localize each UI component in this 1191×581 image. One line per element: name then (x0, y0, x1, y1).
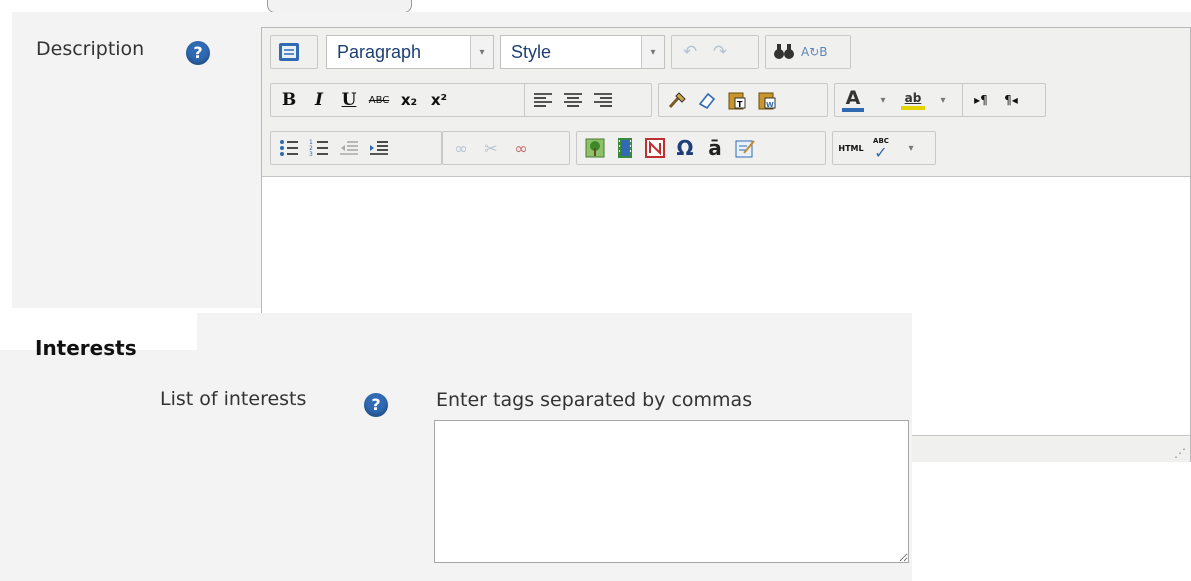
interests-help-icon[interactable]: ? (364, 393, 388, 417)
align-left-icon[interactable] (530, 86, 556, 114)
interests-heading: Interests (35, 336, 137, 360)
numbered-list-icon[interactable]: 123 (306, 134, 332, 162)
special-char-omega-icon[interactable]: Ω (672, 134, 698, 162)
text-color-label: A (845, 87, 861, 109)
align-center-icon[interactable] (560, 86, 586, 114)
highlight-color-button[interactable]: ab (900, 86, 926, 114)
interests-hint: Enter tags separated by commas (436, 389, 753, 411)
ltr-icon[interactable]: ▸¶ (968, 86, 994, 114)
char-map-icon[interactable]: ā (702, 134, 728, 162)
paste-text-icon[interactable]: T (724, 86, 750, 114)
editor-toolbar: Paragraph ▾ Style ▾ ↶ ↷ A↻B B I U ABC x₂… (262, 28, 1190, 177)
toolbar-group-align (524, 83, 652, 117)
description-help-icon[interactable]: ? (186, 41, 210, 65)
undo-icon[interactable]: ↶ (677, 38, 703, 66)
description-label: Description (36, 38, 145, 60)
chevron-down-icon[interactable]: ▾ (930, 86, 956, 114)
find-icon[interactable] (771, 38, 797, 66)
chevron-down-icon: ▾ (641, 36, 664, 68)
toolbar-group-lists: 123 (270, 131, 442, 165)
redo-icon[interactable]: ↷ (707, 38, 733, 66)
outdent-icon[interactable] (336, 134, 362, 162)
align-right-icon[interactable] (590, 86, 616, 114)
style-select-value: Style (511, 41, 552, 62)
toolbar-group-search: A↻B (765, 35, 851, 69)
toolbar-toggle-icon[interactable] (276, 38, 302, 66)
image-icon[interactable] (582, 134, 608, 162)
bold-button[interactable]: B (276, 86, 302, 114)
svg-text:T: T (737, 100, 743, 109)
spellcheck-icon[interactable]: ABC ✓ (868, 134, 894, 162)
toolbar-group-links: ∞ ✂ ∞ (442, 131, 570, 165)
media-icon[interactable] (612, 134, 638, 162)
chevron-down-icon: ▾ (470, 36, 493, 68)
highlight-label: ab (904, 91, 922, 105)
link-icon[interactable]: ∞ (448, 134, 474, 162)
text-color-button[interactable]: A (840, 86, 866, 114)
resize-grip-icon[interactable]: ⋰ (1174, 446, 1188, 460)
format-select[interactable]: Paragraph ▾ (326, 35, 494, 69)
toolbar-group-history: ↶ ↷ (671, 35, 759, 69)
nolink-icon[interactable]: ∞ (508, 134, 534, 162)
superscript-button[interactable]: x² (426, 86, 452, 114)
chevron-down-icon[interactable]: ▾ (870, 86, 896, 114)
cleanup-brush-icon[interactable] (664, 86, 690, 114)
nonbreaking-icon[interactable] (642, 134, 668, 162)
unlink-icon[interactable]: ✂ (478, 134, 504, 162)
svg-text:W: W (766, 101, 774, 109)
toolbar-group-clipboard: T W (658, 83, 828, 117)
toolbar-group-text-style: B I U ABC x₂ x² (270, 83, 526, 117)
toolbar-group-toggle (270, 35, 318, 69)
interests-label: List of interests (160, 388, 307, 410)
svg-text:3: 3 (309, 151, 313, 157)
bullet-list-icon[interactable] (276, 134, 302, 162)
subscript-button[interactable]: x₂ (396, 86, 422, 114)
interests-textarea[interactable] (434, 420, 909, 563)
indent-icon[interactable] (366, 134, 392, 162)
toolbar-group-insert: Ω ā (576, 131, 826, 165)
paste-word-icon[interactable]: W (754, 86, 780, 114)
underline-button[interactable]: U (336, 86, 362, 114)
html-source-button[interactable]: HTML (838, 134, 864, 162)
replace-icon[interactable]: A↻B (801, 38, 828, 66)
italic-button[interactable]: I (306, 86, 332, 114)
format-select-value: Paragraph (337, 41, 422, 62)
toolbar-group-direction: ▸¶ ¶◂ (962, 83, 1046, 117)
eraser-icon[interactable] (694, 86, 720, 114)
edit-document-icon[interactable] (732, 134, 758, 162)
rtl-icon[interactable]: ¶◂ (998, 86, 1024, 114)
chevron-down-icon[interactable]: ▾ (898, 134, 924, 162)
style-select[interactable]: Style ▾ (500, 35, 665, 69)
strikethrough-button[interactable]: ABC (366, 86, 392, 114)
toolbar-group-code: HTML ABC ✓ ▾ (832, 131, 936, 165)
